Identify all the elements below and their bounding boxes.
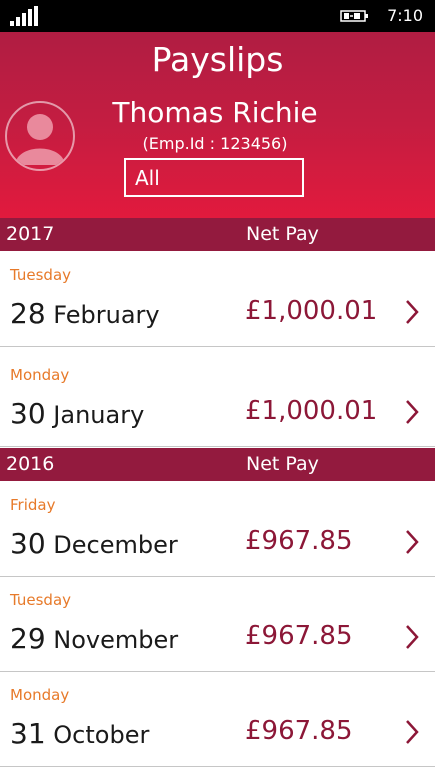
payslip-day: 30 bbox=[10, 397, 46, 430]
net-pay-label: Net Pay bbox=[246, 453, 319, 475]
payslip-day: 30 bbox=[10, 527, 46, 560]
payslip-weekday: Monday bbox=[10, 366, 70, 384]
payslip-row[interactable]: Tuesday 29 November £967.85 bbox=[0, 578, 435, 672]
payslip-weekday: Tuesday bbox=[10, 266, 72, 284]
year-header-2017: 2017 Net Pay bbox=[0, 218, 435, 251]
status-time: 7:10 bbox=[387, 6, 423, 25]
net-pay-label: Net Pay bbox=[246, 223, 319, 245]
payslip-amount: £1,000.01 bbox=[245, 396, 378, 426]
page-title: Payslips bbox=[151, 40, 284, 79]
payslip-month: December bbox=[53, 531, 178, 559]
payslip-weekday: Monday bbox=[10, 686, 70, 704]
payslip-day: 28 bbox=[10, 297, 46, 330]
user-avatar-icon bbox=[5, 101, 75, 171]
payslip-day: 31 bbox=[10, 717, 46, 750]
payslip-row[interactable]: Friday 30 December £967.85 bbox=[0, 483, 435, 577]
year-filter-select[interactable]: All bbox=[124, 158, 304, 197]
payslip-amount: £1,000.01 bbox=[245, 296, 378, 326]
payslip-weekday: Tuesday bbox=[10, 591, 72, 609]
payslip-month: October bbox=[53, 721, 150, 749]
employee-id: (Emp.Id : 123456) bbox=[142, 134, 288, 153]
chevron-right-icon[interactable] bbox=[404, 624, 420, 650]
chevron-right-icon[interactable] bbox=[404, 719, 420, 745]
payslip-amount: £967.85 bbox=[245, 621, 353, 651]
year-label: 2017 bbox=[6, 223, 55, 245]
year-header-2016: 2016 Net Pay bbox=[0, 448, 435, 481]
payslip-weekday: Friday bbox=[10, 496, 56, 514]
payslip-month: January bbox=[53, 401, 145, 429]
payslip-date: 30 January bbox=[10, 397, 144, 430]
chevron-right-icon[interactable] bbox=[404, 529, 420, 555]
payslip-row[interactable]: Tuesday 28 February £1,000.01 bbox=[0, 253, 435, 347]
payslip-date: 29 November bbox=[10, 622, 178, 655]
chevron-right-icon[interactable] bbox=[404, 399, 420, 425]
employee-name: Thomas Richie bbox=[112, 96, 318, 129]
payslip-month: November bbox=[53, 626, 179, 654]
payslip-date: 30 December bbox=[10, 527, 178, 560]
payslip-row[interactable]: Monday 31 October £967.85 bbox=[0, 673, 435, 767]
chevron-right-icon[interactable] bbox=[404, 299, 420, 325]
payslip-row[interactable]: Monday 30 January £1,000.01 bbox=[0, 353, 435, 447]
payslip-date: 31 October bbox=[10, 717, 149, 750]
signal-bars-icon bbox=[10, 6, 40, 26]
payslip-date: 28 February bbox=[10, 297, 160, 330]
battery-charging-icon bbox=[340, 10, 368, 22]
status-bar: 7:10 bbox=[0, 0, 435, 32]
profile-header: Payslips Thomas Richie (Emp.Id : 123456)… bbox=[0, 32, 435, 218]
payslip-amount: £967.85 bbox=[245, 716, 353, 746]
year-label: 2016 bbox=[6, 453, 55, 475]
payslip-amount: £967.85 bbox=[245, 526, 353, 556]
payslip-day: 29 bbox=[10, 622, 46, 655]
payslip-month: February bbox=[53, 301, 160, 329]
